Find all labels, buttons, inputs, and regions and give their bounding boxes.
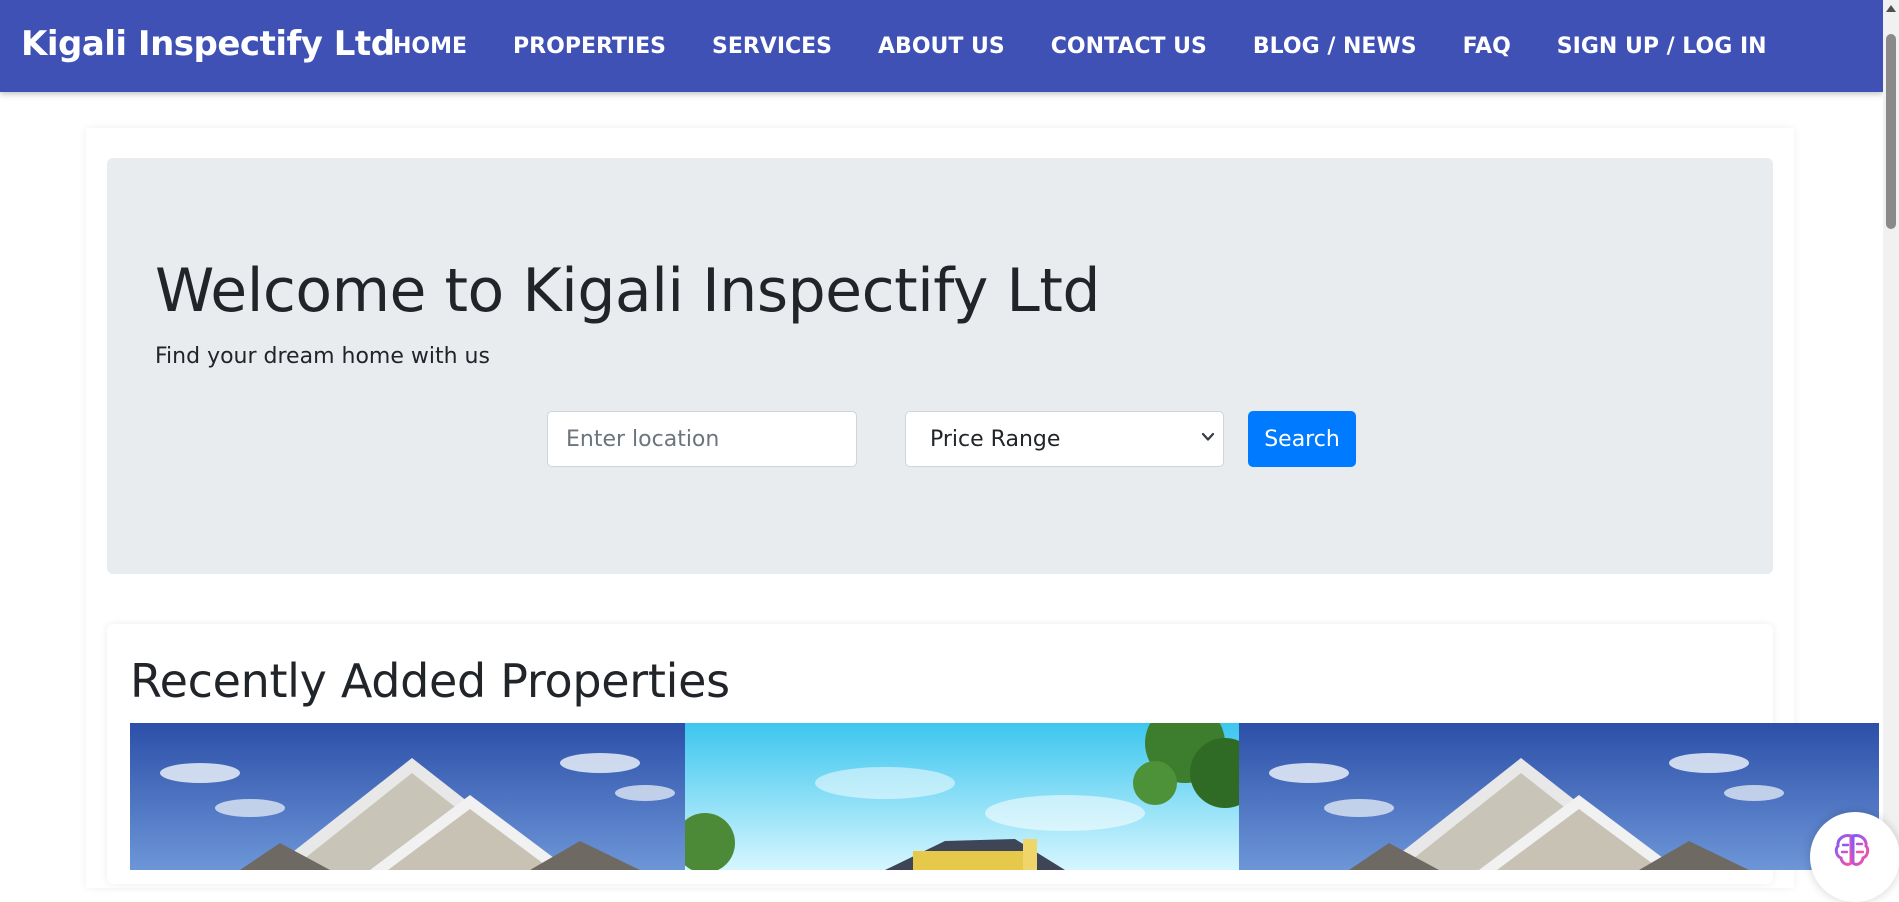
nav-link-home[interactable]: HOME (393, 33, 467, 61)
house-photo-1 (130, 723, 685, 870)
nav-link-contact-us[interactable]: CONTACT US (1051, 33, 1207, 61)
page-scrollbar[interactable] (1883, 0, 1899, 870)
nav-link-faq[interactable]: FAQ (1463, 33, 1511, 61)
nav-menu: HOME PROPERTIES SERVICES ABOUT US CONTAC… (393, 33, 1813, 61)
location-search-input[interactable] (547, 411, 857, 467)
nav-link-blog-news[interactable]: BLOG / NEWS (1253, 33, 1417, 61)
property-image-2[interactable] (685, 723, 1239, 870)
house-photo-2 (685, 723, 1239, 870)
price-range-select[interactable]: Price Range (905, 411, 1224, 467)
brand-logo-link[interactable]: Kigali Inspectify Ltd (21, 24, 395, 64)
scroll-thumb[interactable] (1886, 34, 1896, 229)
nav-link-properties[interactable]: PROPERTIES (513, 33, 666, 61)
nav-link-signup-login[interactable]: SIGN UP / LOG IN (1557, 33, 1767, 61)
hero-subtitle: Find your dream home with us (155, 344, 490, 369)
nav-link-about-us[interactable]: ABOUT US (878, 33, 1005, 61)
scroll-up-arrow-icon[interactable] (1886, 5, 1896, 12)
hero-title: Welcome to Kigali Inspectify Ltd (155, 256, 1100, 326)
assistant-widget-button[interactable] (1810, 812, 1899, 902)
property-image-3[interactable] (1239, 723, 1879, 870)
house-photo-3 (1239, 723, 1879, 870)
top-navbar: Kigali Inspectify Ltd HOME PROPERTIES SE… (0, 0, 1883, 92)
price-range-value: Price Range (930, 426, 1061, 452)
nav-link-services[interactable]: SERVICES (712, 33, 832, 61)
property-image-1[interactable] (130, 723, 685, 870)
search-button[interactable]: Search (1248, 411, 1356, 467)
recent-properties-title: Recently Added Properties (130, 654, 730, 708)
chevron-down-icon (1201, 432, 1215, 441)
brain-icon (1834, 834, 1870, 866)
